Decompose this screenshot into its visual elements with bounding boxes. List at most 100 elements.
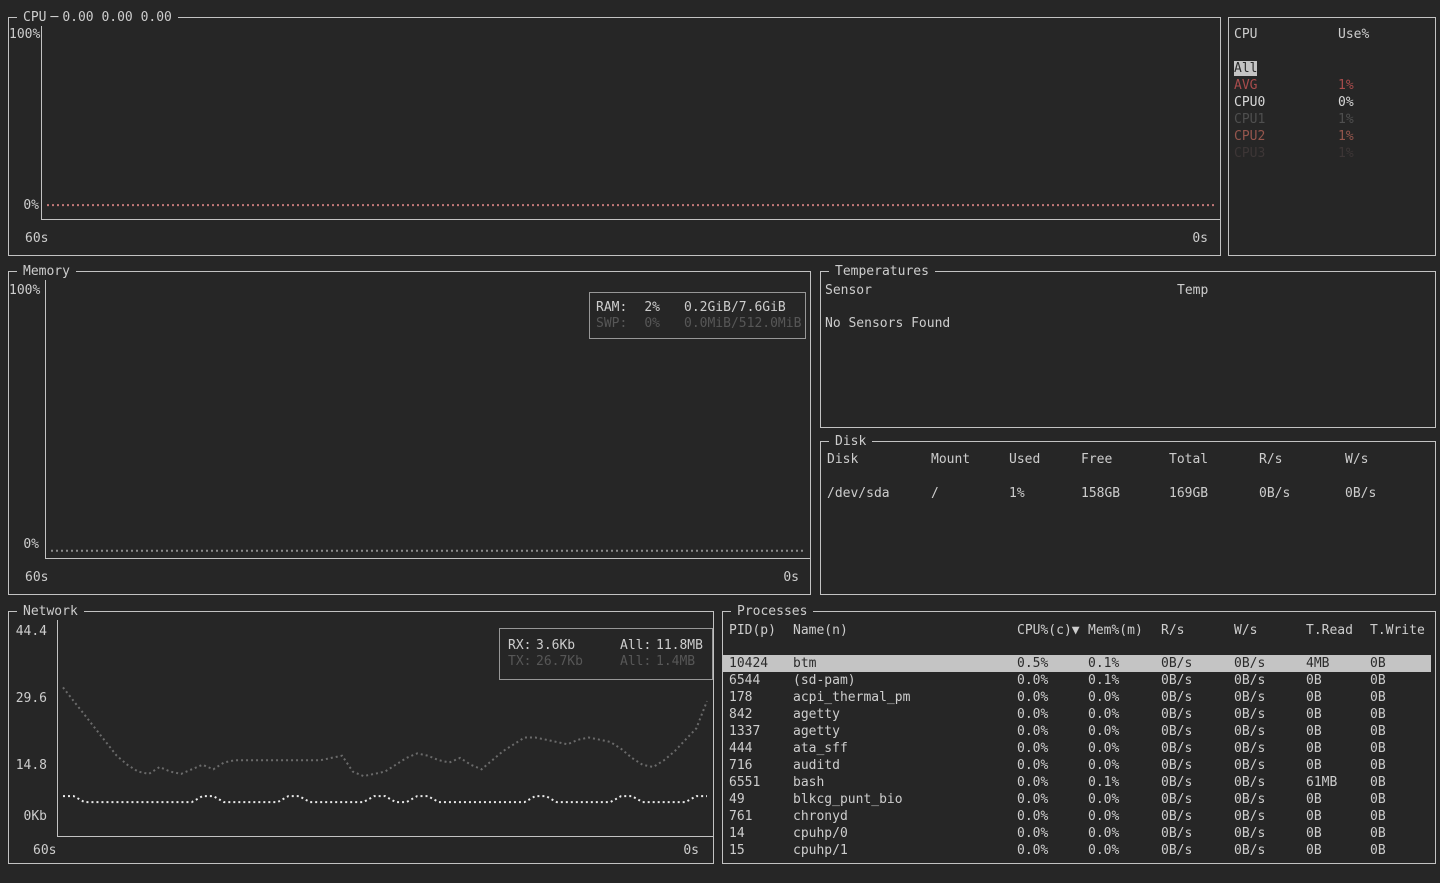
cpu-legend-name: CPU2	[1234, 128, 1338, 145]
cpu-legend-row[interactable]: CPU31%	[1229, 145, 1435, 162]
process-cell: 0B/s	[1234, 774, 1306, 791]
disk-cell: 0B/s	[1259, 485, 1345, 502]
process-cell: 0.0%	[1088, 689, 1161, 706]
process-cell: chronyd	[793, 808, 1017, 825]
process-cell: 0B/s	[1161, 723, 1234, 740]
cpu-legend-row[interactable]: CPU11%	[1229, 111, 1435, 128]
process-header-ws[interactable]: W/s	[1234, 622, 1306, 639]
process-row[interactable]: 6544(sd-pam)0.0%0.1%0B/s0B/s0B0B	[723, 672, 1431, 689]
process-cell: 0.1%	[1088, 672, 1161, 689]
network-y-label-3: 44.4	[9, 623, 47, 640]
rx-all-value: 11.8MB	[656, 638, 712, 654]
tx-value: 26.7Kb	[536, 654, 620, 670]
process-cell: 0B/s	[1234, 723, 1306, 740]
title-separator: ─	[50, 10, 58, 25]
cpu-legend-row[interactable]: CPU00%	[1229, 94, 1435, 111]
process-header-rs[interactable]: R/s	[1161, 622, 1234, 639]
disk-cell: 1%	[1009, 485, 1081, 502]
process-row[interactable]: 716auditd0.0%0.0%0B/s0B/s0B0B	[723, 757, 1431, 774]
process-cell: 6544	[729, 672, 793, 689]
process-cell: acpi_thermal_pm	[793, 689, 1017, 706]
process-cell: 0.0%	[1017, 689, 1088, 706]
process-cell: bash	[793, 774, 1017, 791]
cpu-legend-row[interactable]: CPU21%	[1229, 128, 1435, 145]
rx-legend-row: RX: 3.6Kb All: 11.8MB	[500, 638, 712, 654]
cpu-x-left-label: 60s	[25, 230, 48, 247]
processes-panel: Processes PID(p) Name(n) CPU%(c)▼ Mem%(m…	[722, 611, 1436, 864]
process-cell: 0B	[1306, 740, 1370, 757]
process-header-twrite[interactable]: T.Write	[1370, 622, 1431, 639]
process-cell: 1337	[729, 723, 793, 740]
memory-usage-legend: RAM: 2% 0.2GiB/7.6GiB SWP: 0% 0.0MiB/512…	[589, 292, 806, 339]
process-cell: 0B/s	[1161, 655, 1234, 672]
disk-header-disk: Disk	[827, 451, 931, 468]
disk-cell: /	[931, 485, 1009, 502]
process-cell: 178	[729, 689, 793, 706]
network-y-label-0: 0Kb	[9, 808, 47, 825]
cpu-legend-row[interactable]: AVG1%	[1229, 77, 1435, 94]
process-cell: 0B	[1306, 791, 1370, 808]
cpu-legend-row[interactable]: All	[1229, 60, 1435, 77]
process-header-name[interactable]: Name(n)	[793, 622, 1017, 639]
process-cell: 61MB	[1306, 774, 1370, 791]
process-cell: 0.5%	[1017, 655, 1088, 672]
process-cell: 0B	[1370, 808, 1431, 825]
process-cell: 0B	[1370, 825, 1431, 842]
cpu-legend-name: CPU1	[1234, 111, 1338, 128]
process-cell: 0.0%	[1088, 808, 1161, 825]
process-cell: 0B/s	[1234, 740, 1306, 757]
swap-value: 0.0MiB/512.0MiB	[684, 316, 805, 332]
process-cell: 0.0%	[1088, 757, 1161, 774]
process-row[interactable]: 15cpuhp/10.0%0.0%0B/s0B/s0B0B	[723, 842, 1431, 859]
cpu-y-min-label: 0%	[9, 197, 39, 214]
process-header-mem[interactable]: Mem%(m)	[1088, 622, 1161, 639]
process-cell: 0.0%	[1088, 723, 1161, 740]
cpu-title-label: CPU	[23, 10, 46, 25]
process-cell: 0B	[1306, 757, 1370, 774]
process-row[interactable]: 842agetty0.0%0.0%0B/s0B/s0B0B	[723, 706, 1431, 723]
process-cell: 0.1%	[1088, 774, 1161, 791]
process-cell: 0.1%	[1088, 655, 1161, 672]
network-y-label-2: 29.6	[9, 690, 47, 707]
process-row[interactable]: 10424btm0.5%0.1%0B/s0B/s4MB0B	[723, 655, 1431, 672]
process-cell: 0B	[1306, 706, 1370, 723]
process-row[interactable]: 1337agetty0.0%0.0%0B/s0B/s0B0B	[723, 723, 1431, 740]
process-header-pid[interactable]: PID(p)	[729, 622, 793, 639]
process-cell: 0B/s	[1161, 842, 1234, 859]
process-cell: (sd-pam)	[793, 672, 1017, 689]
process-row[interactable]: 6551bash0.0%0.1%0B/s0B/s61MB0B	[723, 774, 1431, 791]
process-cell: 0B/s	[1234, 672, 1306, 689]
cpu-legend-panel: CPU Use% AllAVG1%CPU00%CPU11%CPU21%CPU31…	[1228, 17, 1436, 256]
process-cell: 0B/s	[1234, 808, 1306, 825]
process-cell: 0.0%	[1088, 740, 1161, 757]
process-header-row: PID(p) Name(n) CPU%(c)▼ Mem%(m) R/s W/s …	[723, 622, 1431, 639]
process-cell: agetty	[793, 723, 1017, 740]
cpu-legend-name: AVG	[1234, 77, 1338, 94]
process-cell: 0B/s	[1234, 757, 1306, 774]
process-row[interactable]: 14cpuhp/00.0%0.0%0B/s0B/s0B0B	[723, 825, 1431, 842]
process-cell: 0B/s	[1161, 672, 1234, 689]
process-cell: 0B	[1370, 791, 1431, 808]
disk-row[interactable]: /dev/sda/1%158GB169GB0B/s0B/s	[821, 485, 1435, 502]
process-cell: 716	[729, 757, 793, 774]
process-header-tread[interactable]: T.Read	[1306, 622, 1370, 639]
process-cell: ata_sff	[793, 740, 1017, 757]
process-cell: 761	[729, 808, 793, 825]
swap-legend-row: SWP: 0% 0.0MiB/512.0MiB	[590, 316, 805, 332]
disk-header-mount: Mount	[931, 451, 1009, 468]
process-header-cpu[interactable]: CPU%(c)▼	[1017, 622, 1088, 639]
process-row[interactable]: 444ata_sff0.0%0.0%0B/s0B/s0B0B	[723, 740, 1431, 757]
cpu-legend-header-cpu: CPU	[1234, 26, 1338, 43]
cpu-legend-usage: 1%	[1338, 145, 1435, 162]
cpu-legend-name: All	[1234, 60, 1338, 77]
process-cell: 0B	[1370, 672, 1431, 689]
process-cell: 0B	[1306, 808, 1370, 825]
process-row[interactable]: 761chronyd0.0%0.0%0B/s0B/s0B0B	[723, 808, 1431, 825]
process-cell: 0B/s	[1161, 706, 1234, 723]
ram-percent: 2%	[640, 300, 660, 316]
ram-label: RAM:	[596, 300, 640, 316]
process-cell: 0.0%	[1017, 723, 1088, 740]
process-cell: 0B	[1370, 757, 1431, 774]
process-row[interactable]: 178acpi_thermal_pm0.0%0.0%0B/s0B/s0B0B	[723, 689, 1431, 706]
process-row[interactable]: 49blkcg_punt_bio0.0%0.0%0B/s0B/s0B0B	[723, 791, 1431, 808]
